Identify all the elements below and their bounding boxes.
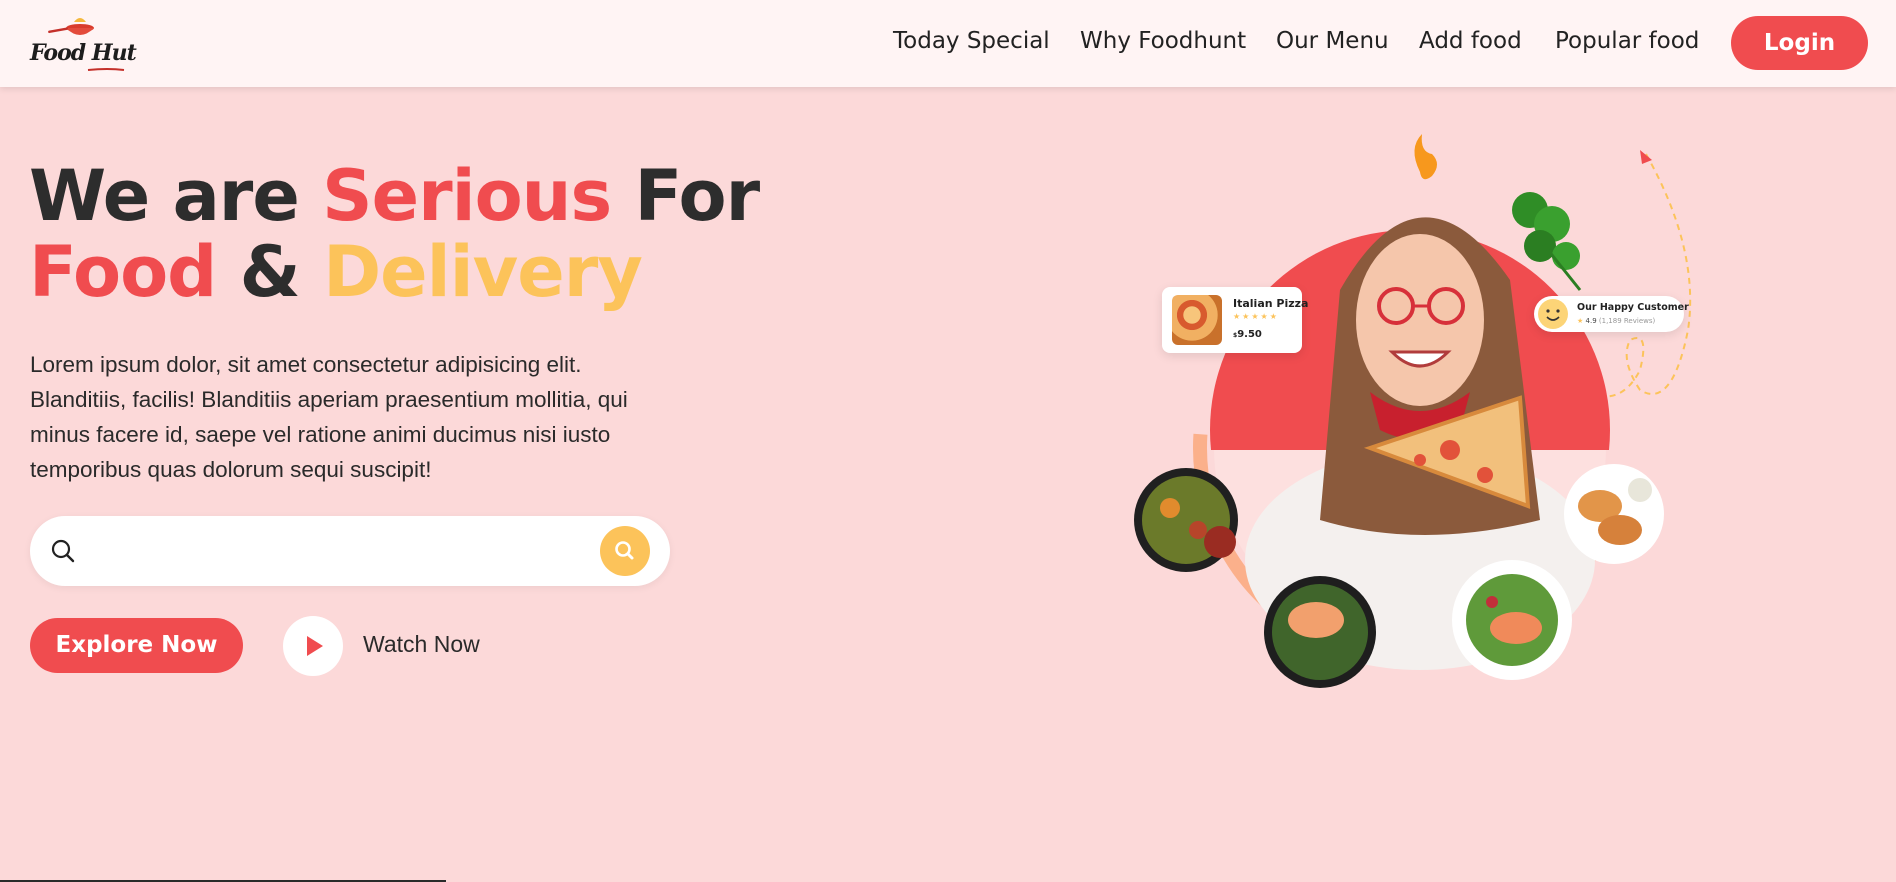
play-button[interactable] (283, 616, 343, 676)
title-delivery: Delivery (323, 231, 643, 313)
pizza-thumbnail (1172, 295, 1222, 345)
pizza-price-value: 9.50 (1237, 329, 1262, 340)
search-button[interactable] (600, 526, 650, 576)
title-serious: Serious (322, 155, 612, 237)
nav-today-special[interactable]: Today Special (893, 28, 1050, 54)
login-button[interactable]: Login (1731, 16, 1868, 70)
play-icon (307, 636, 323, 656)
hero-title: We are Serious For Food & Delivery (29, 155, 761, 313)
nav-popular-food[interactable]: Popular food (1555, 28, 1699, 54)
hero-description: Lorem ipsum dolor, sit amet consectetur … (30, 352, 628, 482)
plate-chicken (1564, 464, 1664, 564)
title-food: Food (29, 231, 217, 313)
happy-customer-title: Our Happy Customer (1577, 302, 1689, 313)
pizza-rating-stars: ★★★★★ (1233, 312, 1279, 321)
happy-customer-rating: ★ 4.9 (1,189 Reviews) (1577, 317, 1655, 325)
title-we-are: We are (29, 155, 300, 237)
plate-salmon-beans (1264, 576, 1376, 688)
search-bar (30, 516, 670, 586)
nav-why-foodhunt[interactable]: Why Foodhunt (1080, 28, 1246, 54)
title-amp: & (239, 231, 301, 313)
rating-value: 4.9 (1585, 317, 1597, 325)
search-icon (51, 539, 75, 563)
watch-now-link[interactable]: Watch Now (363, 631, 480, 658)
plate-salmon-salad (1452, 560, 1572, 680)
star-icon: ★ (1577, 317, 1584, 325)
happy-customer-card[interactable]: Our Happy Customer ★ 4.9 (1,189 Reviews) (1534, 296, 1689, 332)
pizza-name: Italian Pizza (1233, 297, 1309, 310)
hero-illustration: Italian Pizza ★★★★★ $9.50 Our Happy Cust… (1120, 130, 1720, 710)
search-button-icon (615, 541, 634, 560)
logo-text: Food Hut (30, 40, 137, 66)
nav-add-food[interactable]: Add food (1419, 28, 1522, 54)
arrow-icon (1640, 150, 1652, 164)
hero-graphic (1134, 134, 1692, 688)
pizza-price: $9.50 (1233, 329, 1262, 340)
plate-mixed-veg (1134, 468, 1238, 572)
smiley-icon (1538, 299, 1568, 329)
explore-now-button[interactable]: Explore Now (30, 618, 243, 673)
pizza-card[interactable]: Italian Pizza ★★★★★ $9.50 (1162, 287, 1308, 353)
review-count: (1,189 Reviews) (1598, 317, 1656, 325)
search-input[interactable] (92, 532, 596, 572)
navbar: Food Hut Today Special Why Foodhunt Our … (0, 0, 1896, 87)
title-for: For (634, 155, 761, 237)
brand-logo[interactable]: Food Hut (28, 12, 137, 74)
flame-icon (1414, 134, 1437, 180)
nav-our-menu[interactable]: Our Menu (1276, 28, 1389, 54)
